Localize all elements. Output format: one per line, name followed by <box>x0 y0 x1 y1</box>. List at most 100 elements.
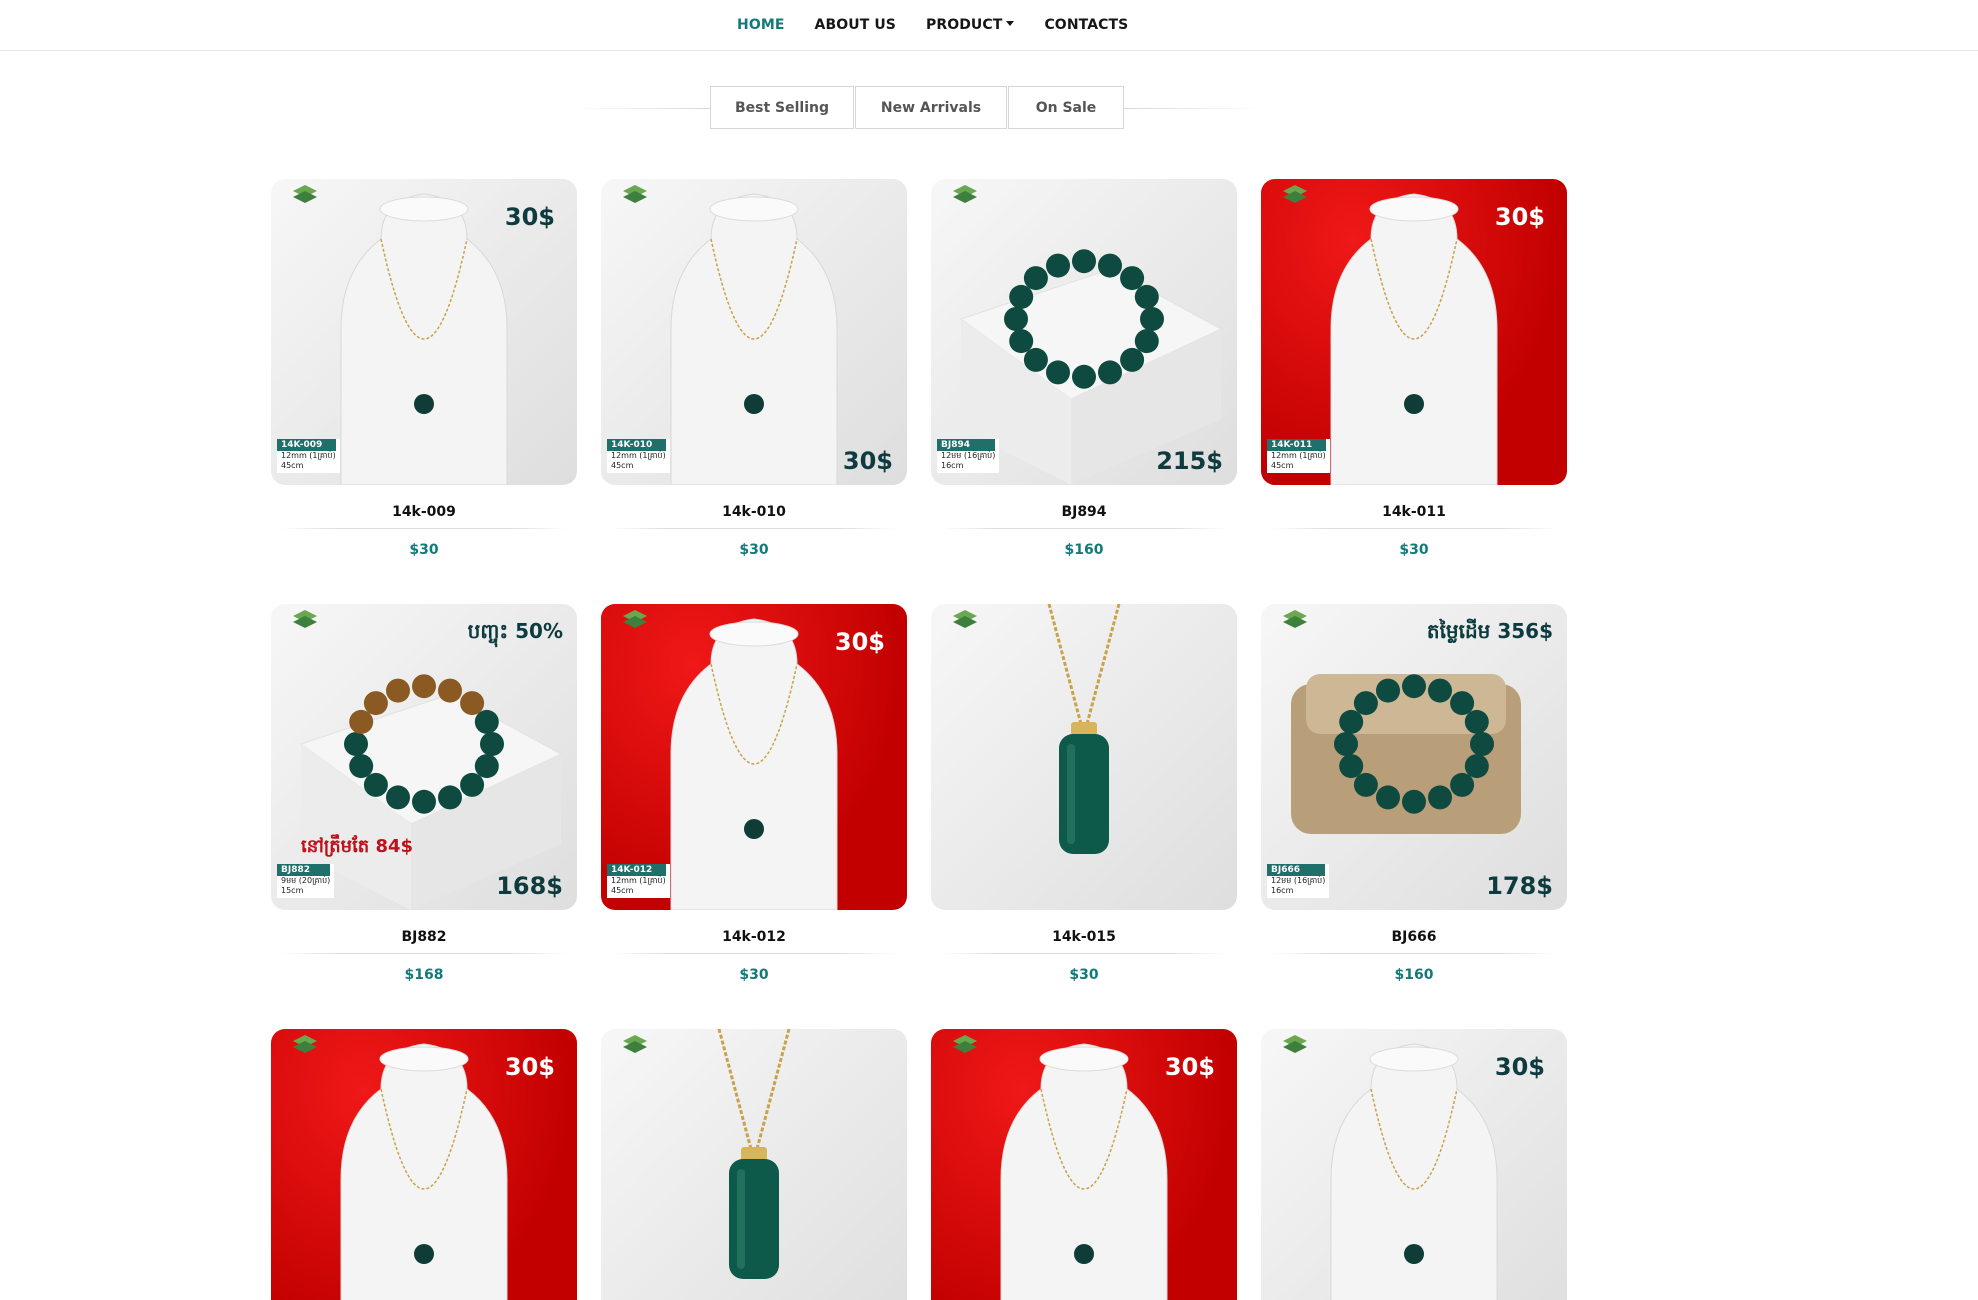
nav-product-label: PRODUCT <box>925 17 1003 33</box>
product-name[interactable]: BJ882 <box>271 929 577 953</box>
tab-new-arrivals[interactable]: New Arrivals <box>855 86 1007 129</box>
price-tag-overlay: 30$ <box>504 1053 555 1081</box>
tab-best-selling[interactable]: Best Selling <box>710 86 854 129</box>
product-spec: 12mm (1គ្រាប់) <box>611 451 666 460</box>
product-code: 14K-011 <box>1267 439 1326 451</box>
product-image[interactable]: 30$ 14K-009 12mm (1គ្រាប់) 45cm <box>271 179 577 485</box>
card-divider <box>1271 953 1557 954</box>
product-image[interactable]: 178$ BJ666 12មម (16គ្រាប់) 16cm តម្លៃដើម 356… <box>1261 604 1567 910</box>
product-name[interactable]: 14k-010 <box>601 504 907 528</box>
product-name[interactable]: 14k-015 <box>931 929 1237 953</box>
tabs-divider-right <box>1122 108 1262 109</box>
card-divider <box>1271 528 1557 529</box>
product-code: BJ894 <box>937 439 996 451</box>
card-divider <box>611 953 897 954</box>
product-price: $168 <box>404 967 444 983</box>
product-spec: 12mm (1គ្រាប់) <box>1271 451 1326 460</box>
product-length: 15cm <box>281 886 304 895</box>
promo-sale-text: នៅត្រឹមតែ 84$ <box>301 836 414 857</box>
card-divider <box>611 528 897 529</box>
product-code: BJ882 <box>277 864 331 876</box>
card-divider <box>281 528 567 529</box>
product-code: 14K-009 <box>277 439 336 451</box>
product-image[interactable]: 215$ BJ894 12មម (16គ្រាប់) 16cm <box>931 179 1237 485</box>
product-image[interactable] <box>931 604 1237 910</box>
card-divider <box>941 953 1227 954</box>
product-card[interactable]: 168$ BJ882 9មម (20គ្រាប់) 15cm បញ្ចុះ 50% នៅត… <box>271 604 577 983</box>
nav-product-dropdown[interactable]: PRODUCT <box>925 17 1015 33</box>
card-divider <box>281 953 567 954</box>
product-card[interactable]: 14k-015 $30 <box>931 604 1237 983</box>
product-price: $30 <box>1399 542 1429 558</box>
product-spec: 12មម (16គ្រាប់) <box>941 451 996 460</box>
product-length: 45cm <box>281 461 304 470</box>
product-card[interactable] <box>601 1029 907 1300</box>
price-tag-overlay: 30$ <box>834 628 885 656</box>
product-code-badge: BJ666 12មម (16គ្រាប់) 16cm <box>1267 864 1330 898</box>
product-name[interactable]: 14k-012 <box>601 929 907 953</box>
product-code-badge: 14K-012 12mm (1គ្រាប់) 45cm <box>607 864 670 898</box>
product-spec: 12mm (1គ្រាប់) <box>281 451 336 460</box>
nav-contacts[interactable]: CONTACTS <box>1044 17 1128 33</box>
chevron-down-icon <box>1006 20 1015 26</box>
product-filter-tabs: Best Selling New Arrivals On Sale <box>572 86 1262 130</box>
product-price: $30 <box>739 967 769 983</box>
product-price: $160 <box>1394 967 1434 983</box>
product-card[interactable]: 30$ 14K-009 12mm (1គ្រាប់) 45cm 14k-009 $30 <box>271 179 577 558</box>
price-tag-overlay: 215$ <box>1156 447 1223 475</box>
product-code-badge: 14K-010 12mm (1គ្រាប់) 45cm <box>607 439 670 473</box>
product-code: BJ666 <box>1267 864 1326 876</box>
product-code-badge: 14K-009 12mm (1គ្រាប់) 45cm <box>277 439 340 473</box>
product-card[interactable]: 30$14K-018 <box>931 1029 1237 1300</box>
product-spec: 9មម (20គ្រាប់) <box>281 876 331 885</box>
price-tag-overlay: 30$ <box>1164 1053 1215 1081</box>
product-image[interactable]: 168$ BJ882 9មម (20គ្រាប់) 15cm បញ្ចុះ 50% នៅត… <box>271 604 577 910</box>
product-length: 16cm <box>941 461 964 470</box>
product-name[interactable]: 14k-009 <box>271 504 577 528</box>
tabs-divider-left <box>572 108 712 109</box>
product-name[interactable]: BJ666 <box>1261 929 1567 953</box>
price-tag-overlay: 178$ <box>1486 872 1553 900</box>
product-price: $160 <box>1064 542 1104 558</box>
nav-menu: HOME ABOUT US PRODUCT CONTACTS <box>737 0 1128 50</box>
tab-on-sale[interactable]: On Sale <box>1008 86 1124 129</box>
product-image[interactable]: 30$14K-018 <box>931 1029 1237 1300</box>
product-card[interactable]: 215$ BJ894 12មម (16គ្រាប់) 16cm BJ894 $160 <box>931 179 1237 558</box>
product-length: 16cm <box>1271 886 1294 895</box>
product-name[interactable]: 14k-011 <box>1261 504 1567 528</box>
top-navbar: HOME ABOUT US PRODUCT CONTACTS <box>0 0 1978 51</box>
product-image[interactable]: 30$ 14K-012 12mm (1គ្រាប់) 45cm <box>601 604 907 910</box>
product-card[interactable]: 30$ 14K-011 12mm (1គ្រាប់) 45cm 14k-011 $30 <box>1261 179 1567 558</box>
product-code-badge: BJ882 9មម (20គ្រាប់) 15cm <box>277 864 335 898</box>
product-image[interactable]: 30$ 14K-011 12mm (1គ្រាប់) 45cm <box>1261 179 1567 485</box>
product-code-badge: 14K-011 12mm (1គ្រាប់) 45cm <box>1267 439 1330 473</box>
product-image[interactable]: 30$14K-020 <box>1261 1029 1567 1300</box>
product-image[interactable] <box>601 1029 907 1300</box>
product-image[interactable]: 30$ 14K-010 12mm (1គ្រាប់) 45cm <box>601 179 907 485</box>
price-tag-overlay: 168$ <box>496 872 563 900</box>
product-name[interactable]: BJ894 <box>931 504 1237 528</box>
promo-text: បញ្ចុះ 50% <box>467 619 563 643</box>
product-length: 45cm <box>611 461 634 470</box>
product-price: $30 <box>739 542 769 558</box>
product-card[interactable]: 30$14K-020 <box>1261 1029 1567 1300</box>
product-code: 14K-010 <box>607 439 666 451</box>
nav-about-us[interactable]: ABOUT US <box>815 17 896 33</box>
price-tag-overlay: 30$ <box>842 447 893 475</box>
product-price: $30 <box>409 542 439 558</box>
product-spec: 12mm (1គ្រាប់) <box>611 876 666 885</box>
nav-home[interactable]: HOME <box>737 17 785 33</box>
promo-text: តម្លៃដើម 356$ <box>1426 619 1553 643</box>
product-image[interactable]: 30$14K-016 <box>271 1029 577 1300</box>
product-card[interactable]: 30$ 14K-012 12mm (1គ្រាប់) 45cm 14k-012 $30 <box>601 604 907 983</box>
product-card[interactable]: 178$ BJ666 12មម (16គ្រាប់) 16cm តម្លៃដើម 356… <box>1261 604 1567 983</box>
price-tag-overlay: 30$ <box>504 203 555 231</box>
price-tag-overlay: 30$ <box>1494 203 1545 231</box>
product-card[interactable]: 30$14K-016 <box>271 1029 577 1300</box>
product-card[interactable]: 30$ 14K-010 12mm (1គ្រាប់) 45cm 14k-010 $30 <box>601 179 907 558</box>
price-tag-overlay: 30$ <box>1494 1053 1545 1081</box>
product-photo-illustration <box>623 1029 791 1279</box>
product-spec: 12មម (16គ្រាប់) <box>1271 876 1326 885</box>
product-code: 14K-012 <box>607 864 666 876</box>
card-divider <box>941 528 1227 529</box>
